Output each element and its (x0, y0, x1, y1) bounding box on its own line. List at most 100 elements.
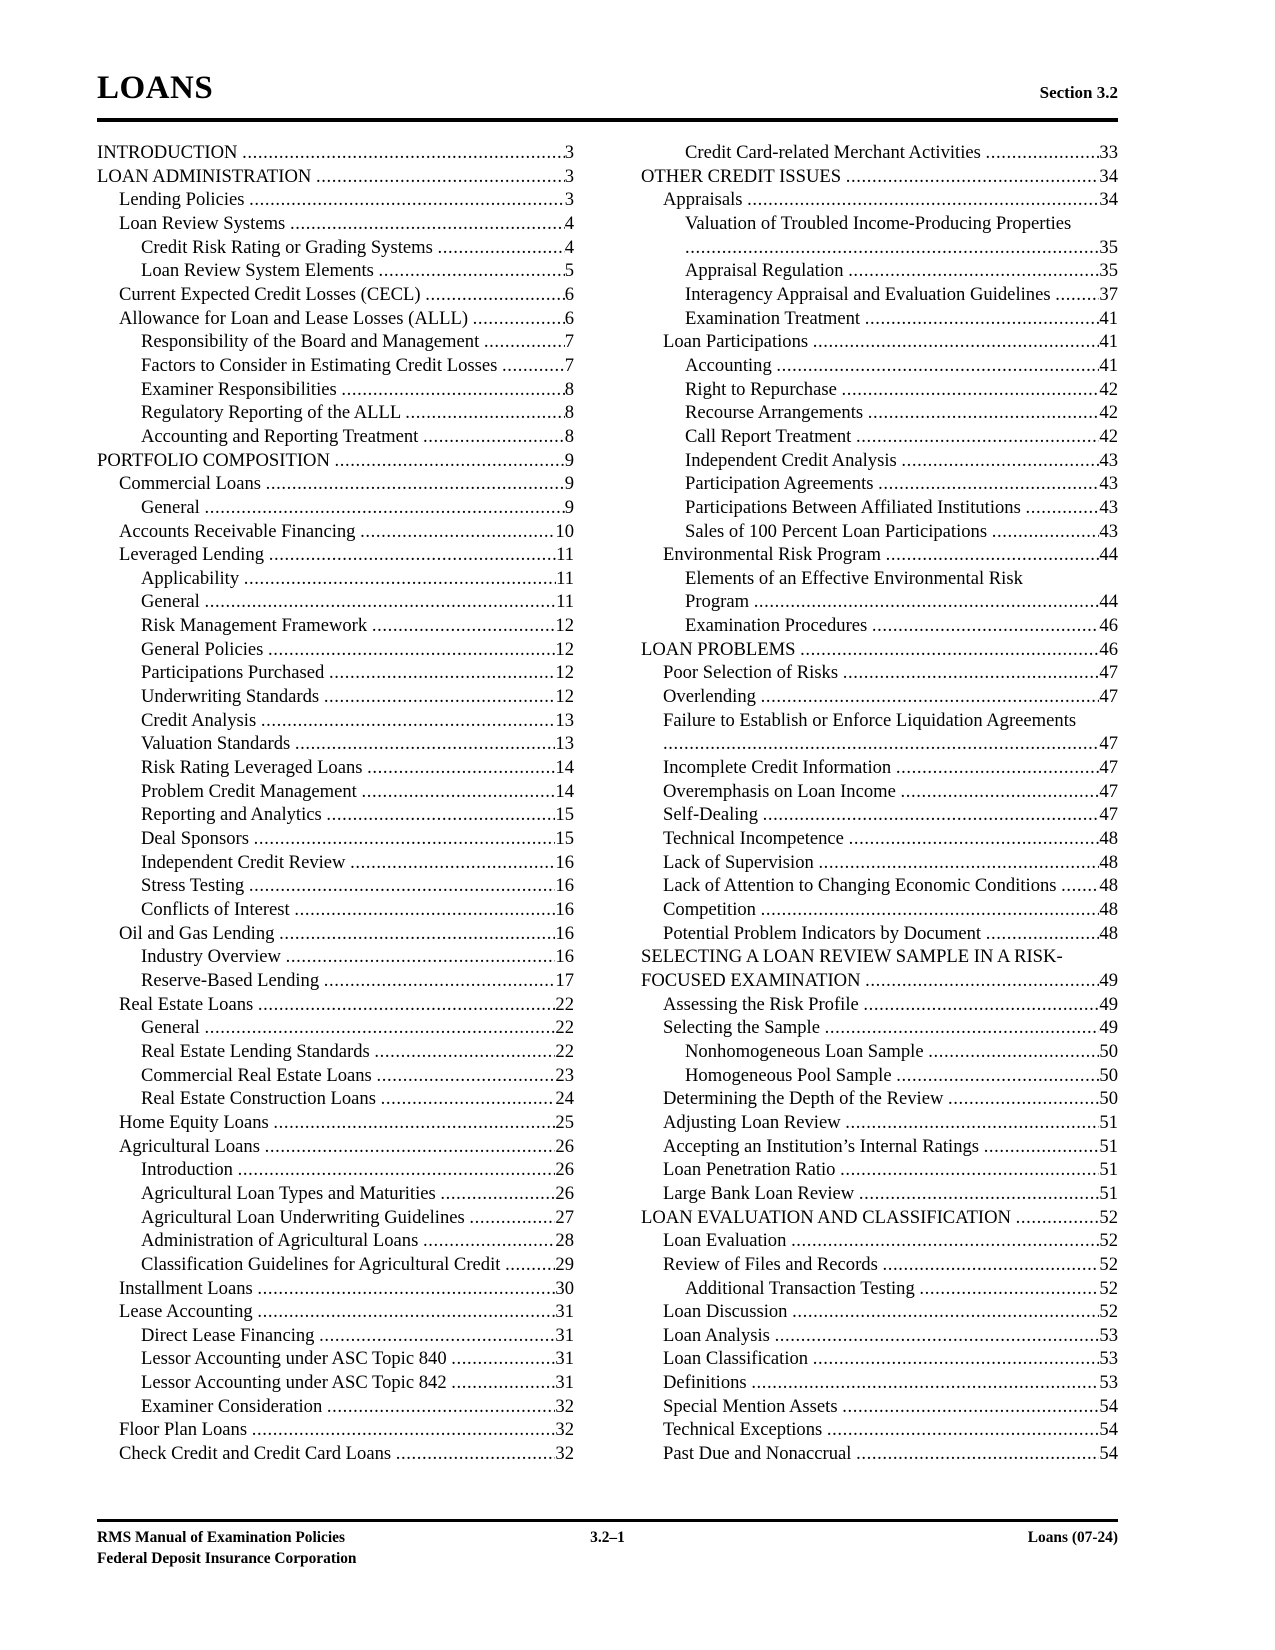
toc-entry[interactable]: Environmental Risk Program .............… (641, 543, 1118, 567)
toc-entry[interactable]: Accepting an Institution’s Internal Rati… (641, 1135, 1118, 1159)
toc-entry[interactable]: Accounts Receivable Financing ..........… (97, 520, 574, 544)
toc-entry[interactable]: Nonhomogeneous Loan Sample .............… (641, 1040, 1118, 1064)
toc-entry[interactable]: Recourse Arrangements ..................… (641, 401, 1118, 425)
toc-entry[interactable]: OTHER CREDIT ISSUES ....................… (641, 165, 1118, 189)
toc-entry[interactable]: Appraisal Regulation ...................… (641, 259, 1118, 283)
toc-entry[interactable]: FOCUSED EXAMINATION ....................… (641, 969, 1118, 993)
toc-entry[interactable]: LOAN EVALUATION AND CLASSIFICATION .....… (641, 1206, 1118, 1230)
toc-entry[interactable]: Commercial Loans .......................… (97, 472, 574, 496)
toc-entry[interactable]: Valuation of Troubled Income-Producing P… (641, 212, 1118, 236)
toc-entry[interactable]: Direct Lease Financing .................… (97, 1324, 574, 1348)
toc-entry[interactable]: Current Expected Credit Losses (CECL) ..… (97, 283, 574, 307)
toc-entry[interactable]: Agricultural Loans .....................… (97, 1135, 574, 1159)
toc-entry[interactable]: Adjusting Loan Review ..................… (641, 1111, 1118, 1135)
toc-entry[interactable]: Lessor Accounting under ASC Topic 840 ..… (97, 1347, 574, 1371)
toc-entry[interactable]: Incomplete Credit Information ..........… (641, 756, 1118, 780)
toc-entry[interactable]: Examination Procedures .................… (641, 614, 1118, 638)
toc-entry[interactable]: General Policies .......................… (97, 638, 574, 662)
toc-entry[interactable]: Problem Credit Management ..............… (97, 780, 574, 804)
toc-entry[interactable]: Floor Plan Loans .......................… (97, 1418, 574, 1442)
toc-entry[interactable]: Introduction ...........................… (97, 1158, 574, 1182)
toc-entry[interactable]: Past Due and Nonaccrual ................… (641, 1442, 1118, 1466)
toc-entry[interactable]: Commercial Real Estate Loans ...........… (97, 1064, 574, 1088)
toc-entry[interactable]: Lack of Attention to Changing Economic C… (641, 874, 1118, 898)
toc-entry[interactable]: LOAN ADMINISTRATION ....................… (97, 165, 574, 189)
toc-entry[interactable]: General ................................… (97, 590, 574, 614)
toc-entry[interactable]: Loan Classification ....................… (641, 1347, 1118, 1371)
toc-entry[interactable]: Appraisals .............................… (641, 188, 1118, 212)
toc-entry[interactable]: Loan Penetration Ratio .................… (641, 1158, 1118, 1182)
toc-entry[interactable]: Risk Management Framework ..............… (97, 614, 574, 638)
toc-entry[interactable]: ........................................… (641, 236, 1118, 260)
toc-entry[interactable]: Valuation Standards ....................… (97, 732, 574, 756)
toc-entry[interactable]: Additional Transaction Testing .........… (641, 1277, 1118, 1301)
toc-entry[interactable]: Conflicts of Interest ..................… (97, 898, 574, 922)
toc-entry[interactable]: Independent Credit Analysis ............… (641, 449, 1118, 473)
toc-entry[interactable]: Loan Discussion ........................… (641, 1300, 1118, 1324)
toc-entry[interactable]: Failure to Establish or Enforce Liquidat… (641, 709, 1118, 733)
toc-entry[interactable]: LOAN PROBLEMS ..........................… (641, 638, 1118, 662)
toc-entry[interactable]: Call Report Treatment ..................… (641, 425, 1118, 449)
toc-entry[interactable]: Installment Loans ......................… (97, 1277, 574, 1301)
toc-entry[interactable]: Accounting .............................… (641, 354, 1118, 378)
toc-entry[interactable]: Loan Review System Elements ............… (97, 259, 574, 283)
toc-entry[interactable]: Applicability ..........................… (97, 567, 574, 591)
toc-entry[interactable]: Reserve-Based Lending ..................… (97, 969, 574, 993)
toc-entry[interactable]: Reporting and Analytics ................… (97, 803, 574, 827)
toc-entry[interactable]: Technical Exceptions ...................… (641, 1418, 1118, 1442)
toc-entry[interactable]: Potential Problem Indicators by Document… (641, 922, 1118, 946)
toc-entry[interactable]: ........................................… (641, 732, 1118, 756)
toc-entry[interactable]: Participation Agreements ...............… (641, 472, 1118, 496)
toc-entry[interactable]: Participations Purchased ...............… (97, 661, 574, 685)
toc-entry[interactable]: Agricultural Loan Underwriting Guideline… (97, 1206, 574, 1230)
toc-entry[interactable]: Home Equity Loans ......................… (97, 1111, 574, 1135)
toc-entry[interactable]: Homogeneous Pool Sample ................… (641, 1064, 1118, 1088)
toc-entry[interactable]: Definitions ............................… (641, 1371, 1118, 1395)
toc-entry[interactable]: Review of Files and Records ............… (641, 1253, 1118, 1277)
toc-entry[interactable]: Classification Guidelines for Agricultur… (97, 1253, 574, 1277)
toc-entry[interactable]: Special Mention Assets .................… (641, 1395, 1118, 1419)
toc-entry[interactable]: Responsibility of the Board and Manageme… (97, 330, 574, 354)
toc-entry[interactable]: Interagency Appraisal and Evaluation Gui… (641, 283, 1118, 307)
toc-entry[interactable]: Risk Rating Leveraged Loans ............… (97, 756, 574, 780)
toc-entry[interactable]: Loan Review Systems ....................… (97, 212, 574, 236)
toc-entry[interactable]: Overemphasis on Loan Income ............… (641, 780, 1118, 804)
toc-entry[interactable]: Selecting the Sample ...................… (641, 1016, 1118, 1040)
toc-entry[interactable]: Examination Treatment ..................… (641, 307, 1118, 331)
toc-entry[interactable]: Credit Analysis ........................… (97, 709, 574, 733)
toc-entry[interactable]: Credit Card-related Merchant Activities … (641, 141, 1118, 165)
toc-entry[interactable]: Allowance for Loan and Lease Losses (ALL… (97, 307, 574, 331)
toc-entry[interactable]: Determining the Depth of the Review ....… (641, 1087, 1118, 1111)
toc-entry[interactable]: Self-Dealing ...........................… (641, 803, 1118, 827)
toc-entry[interactable]: PORTFOLIO COMPOSITION ..................… (97, 449, 574, 473)
toc-entry[interactable]: Examiner Consideration .................… (97, 1395, 574, 1419)
toc-entry[interactable]: Lease Accounting .......................… (97, 1300, 574, 1324)
toc-entry[interactable]: Assessing the Risk Profile .............… (641, 993, 1118, 1017)
toc-entry[interactable]: Real Estate Lending Standards ..........… (97, 1040, 574, 1064)
toc-entry[interactable]: Loan Evaluation ........................… (641, 1229, 1118, 1253)
toc-entry[interactable]: Factors to Consider in Estimating Credit… (97, 354, 574, 378)
toc-entry[interactable]: Agricultural Loan Types and Maturities .… (97, 1182, 574, 1206)
toc-entry[interactable]: Regulatory Reporting of the ALLL .......… (97, 401, 574, 425)
toc-entry[interactable]: Oil and Gas Lending ....................… (97, 922, 574, 946)
toc-entry[interactable]: Check Credit and Credit Card Loans .....… (97, 1442, 574, 1466)
toc-entry[interactable]: Program ................................… (641, 590, 1118, 614)
toc-entry[interactable]: General ................................… (97, 496, 574, 520)
toc-entry[interactable]: Loan Participations ....................… (641, 330, 1118, 354)
toc-entry[interactable]: Accounting and Reporting Treatment .....… (97, 425, 574, 449)
toc-entry[interactable]: General ................................… (97, 1016, 574, 1040)
toc-entry[interactable]: Lending Policies .......................… (97, 188, 574, 212)
toc-entry[interactable]: Large Bank Loan Review .................… (641, 1182, 1118, 1206)
toc-entry[interactable]: Loan Analysis ..........................… (641, 1324, 1118, 1348)
toc-entry[interactable]: SELECTING A LOAN REVIEW SAMPLE IN A RISK… (641, 945, 1118, 969)
toc-entry[interactable]: Elements of an Effective Environmental R… (641, 567, 1118, 591)
toc-entry[interactable]: Examiner Responsibilities ..............… (97, 378, 574, 402)
toc-entry[interactable]: Independent Credit Review ..............… (97, 851, 574, 875)
toc-entry[interactable]: Sales of 100 Percent Loan Participations… (641, 520, 1118, 544)
toc-entry[interactable]: Real Estate Construction Loans .........… (97, 1087, 574, 1111)
toc-entry[interactable]: Stress Testing .........................… (97, 874, 574, 898)
toc-entry[interactable]: Technical Incompetence .................… (641, 827, 1118, 851)
toc-entry[interactable]: Right to Repurchase ....................… (641, 378, 1118, 402)
toc-entry[interactable]: Lessor Accounting under ASC Topic 842 ..… (97, 1371, 574, 1395)
toc-entry[interactable]: Poor Selection of Risks ................… (641, 661, 1118, 685)
